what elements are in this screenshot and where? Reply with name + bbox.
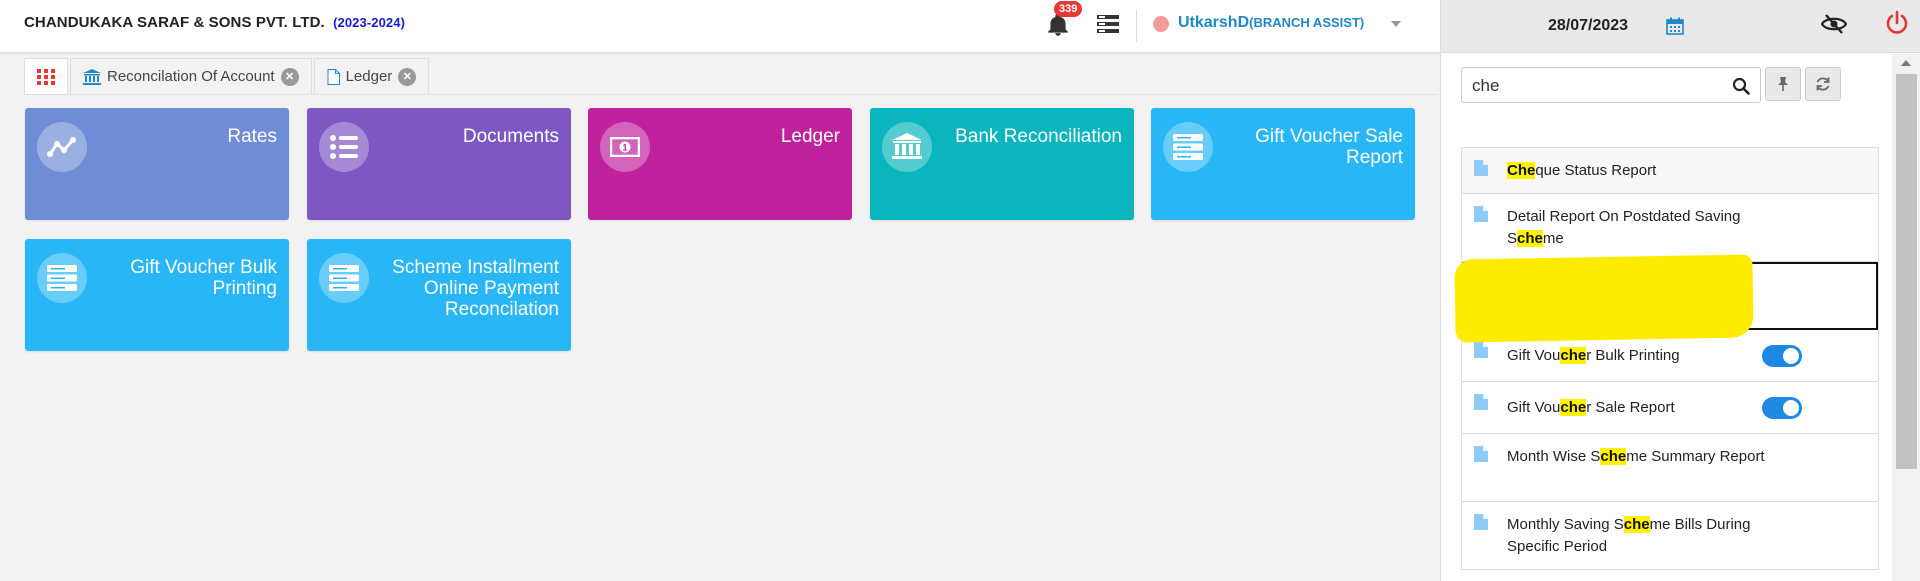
tile-label: Rates — [227, 126, 277, 147]
text-part: Gift Vou — [1507, 347, 1561, 364]
text-part: que Status Report — [1535, 162, 1657, 179]
text-part: me — [1542, 230, 1564, 247]
notification-count: 339 — [1054, 1, 1083, 17]
text-part: Gift Vou — [1507, 399, 1561, 416]
scroll-up-arrow[interactable] — [1901, 60, 1911, 66]
company-name: CHANDUKAKA SARAF & SONS PVT. LTD. — [24, 14, 325, 31]
grid-icon — [37, 68, 55, 85]
document-icon — [1474, 514, 1488, 530]
financial-year[interactable]: (2023-2024) — [333, 15, 405, 30]
text-part: Monthly Saving S — [1507, 516, 1624, 533]
current-date: 28/07/2023 — [1548, 17, 1629, 34]
chart-line-icon — [37, 122, 87, 172]
list-item-label: Monthly Saving Scheme Bills During Speci… — [1507, 514, 1767, 558]
power-icon[interactable] — [1884, 10, 1910, 36]
scrollbar[interactable] — [1892, 54, 1920, 581]
match-highlight: che — [1560, 347, 1587, 364]
tab-bar: Reconcilation Of Account ✕ Ledger ✕ — [24, 58, 431, 94]
search-results-list: Cheque Status Report Detail Report On Pos… — [1461, 147, 1879, 570]
search-input[interactable] — [1472, 75, 1722, 97]
tile-ledger[interactable]: 1 Ledger — [588, 108, 852, 220]
scroll-thumb[interactable] — [1896, 74, 1917, 469]
panel-header: 28/07/2023 — [1441, 0, 1920, 53]
calendar-icon[interactable] — [1666, 17, 1684, 35]
match-highlight: che — [1560, 399, 1587, 416]
user-role: (BRANCH ASSIST) — [1249, 15, 1365, 30]
match-highlight: che — [1600, 448, 1627, 465]
money-icon: 1 — [600, 122, 650, 172]
document-icon — [327, 68, 340, 85]
eye-off-icon[interactable] — [1821, 12, 1847, 36]
tab-ledger[interactable]: Ledger ✕ — [313, 58, 430, 94]
text-part: r Bulk Printing — [1586, 347, 1680, 364]
tile-label: Gift Voucher Bulk Printing — [130, 257, 277, 299]
tile-label: Bank Reconciliation — [955, 126, 1122, 147]
tab-reconcilation-of-account[interactable]: Reconcilation Of Account ✕ — [70, 58, 312, 94]
top-header: CHANDUKAKA SARAF & SONS PVT. LTD. (2023-… — [0, 0, 1440, 53]
user-menu[interactable]: UtkarshD(BRANCH ASSIST) — [1178, 14, 1364, 32]
text-part: r Sale Report — [1586, 399, 1675, 416]
list-item[interactable]: Detail Report On Postdated Saving Scheme — [1462, 194, 1878, 262]
search-icon[interactable] — [1732, 77, 1750, 95]
user-name: UtkarshD — [1178, 14, 1250, 31]
pin-icon — [1778, 77, 1788, 91]
header-divider — [1136, 10, 1137, 42]
tile-documents[interactable]: Documents — [307, 108, 571, 220]
tab-label: Reconcilation Of Account — [107, 68, 275, 85]
document-icon — [1474, 206, 1488, 222]
tile-gift-voucher-sale-report[interactable]: Gift Voucher Sale Report — [1151, 108, 1415, 220]
menu-search — [1461, 67, 1761, 103]
match-highlight: Che — [1507, 162, 1536, 179]
tile-label: Scheme Installment Online Payment Reconc… — [392, 257, 559, 320]
list-item-label: Gift Voucher Bulk Printing — [1507, 345, 1767, 367]
list-item[interactable]: Gift Voucher Sale Report — [1462, 382, 1878, 434]
company-title: CHANDUKAKA SARAF & SONS PVT. LTD. (2023-… — [24, 14, 405, 31]
bank-icon — [83, 68, 101, 85]
list-item-label: Detail Report On Postdated Saving Scheme — [1507, 206, 1767, 250]
tab-home[interactable] — [24, 58, 68, 94]
text-part: me Summary Report — [1626, 448, 1765, 465]
chevron-down-icon[interactable] — [1391, 21, 1401, 27]
menu-icon[interactable] — [1096, 14, 1120, 34]
tile-label: Ledger — [780, 126, 840, 147]
server-icon — [319, 253, 369, 303]
tile-rates[interactable]: Rates — [25, 108, 289, 220]
document-icon — [1474, 446, 1488, 462]
tile-gift-voucher-bulk-printing[interactable]: Gift Voucher Bulk Printing — [25, 239, 289, 351]
tab-label: Ledger — [345, 68, 393, 85]
bank-icon — [882, 122, 932, 172]
list-item-label: Month Wise Scheme Summary Report — [1507, 446, 1767, 468]
list-item-label: Cheque Status Report — [1507, 160, 1767, 182]
pin-button[interactable] — [1765, 67, 1801, 101]
user-status-dot — [1153, 16, 1169, 32]
tabs-divider — [24, 94, 1438, 95]
highlight-annotation — [1454, 254, 1754, 343]
svg-text:1: 1 — [622, 143, 627, 153]
favorite-toggle[interactable] — [1762, 345, 1802, 367]
document-icon — [1474, 342, 1488, 358]
tile-label: Gift Voucher Sale Report — [1255, 126, 1403, 168]
list-item-label: Gift Voucher Sale Report — [1507, 397, 1767, 419]
list-item[interactable]: Cheque Status Report — [1462, 148, 1878, 194]
tile-scheme-installment-online-payment[interactable]: Scheme Installment Online Payment Reconc… — [307, 239, 571, 351]
refresh-icon — [1816, 77, 1830, 91]
server-icon — [1163, 122, 1213, 172]
favorite-toggle[interactable] — [1762, 397, 1802, 419]
close-icon[interactable]: ✕ — [398, 67, 417, 86]
list-icon — [319, 122, 369, 172]
server-icon — [37, 253, 87, 303]
list-item[interactable]: Month Wise Scheme Summary Report — [1462, 434, 1878, 502]
document-icon — [1474, 160, 1488, 176]
tile-bank-reconciliation[interactable]: Bank Reconciliation — [870, 108, 1134, 220]
match-highlight: che — [1623, 516, 1650, 533]
close-icon[interactable]: ✕ — [280, 67, 299, 86]
list-item[interactable]: Monthly Saving Scheme Bills During Speci… — [1462, 502, 1878, 570]
tile-label: Documents — [462, 126, 559, 147]
text-part: Month Wise S — [1507, 448, 1601, 465]
match-highlight: che — [1517, 230, 1543, 247]
document-icon — [1474, 394, 1488, 410]
refresh-button[interactable] — [1805, 67, 1841, 101]
